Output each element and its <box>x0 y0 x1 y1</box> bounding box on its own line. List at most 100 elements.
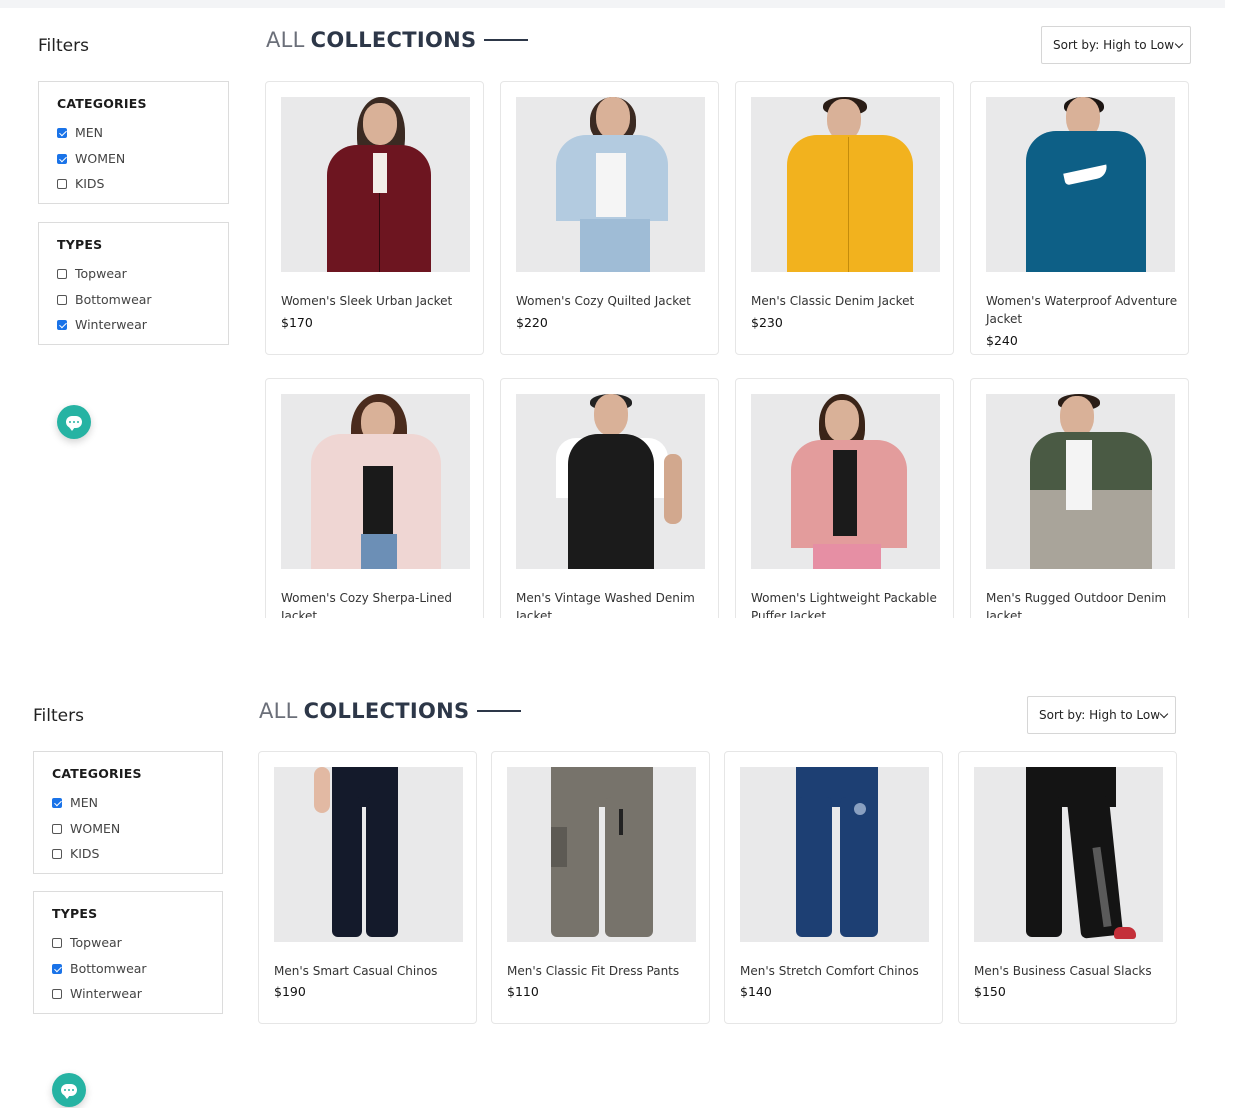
option-label: WOMEN <box>70 821 121 836</box>
navy-chinos-figure <box>274 767 463 942</box>
screenshot-panel-2: Filters CATEGORIES MEN WOMEN KIDS TYPES … <box>0 670 1258 1108</box>
category-option-kids[interactable]: KIDS <box>52 846 99 861</box>
heading-bold: COLLECTIONS <box>303 699 470 723</box>
category-option-women[interactable]: WOMEN <box>57 151 125 166</box>
product-card[interactable]: Women's Lightweight Packable Puffer Jack… <box>735 378 954 618</box>
women-checkbox[interactable] <box>57 153 67 164</box>
filters-title: Filters <box>33 706 84 726</box>
heading-rule <box>484 39 529 41</box>
product-card[interactable]: Women's Cozy Quilted Jacket $220 <box>500 81 719 355</box>
types-filter: TYPES Topwear Bottomwear Winterwear <box>38 222 229 345</box>
product-card[interactable]: Men's Rugged Outdoor Denim Jacket <box>970 378 1189 618</box>
men-checkbox[interactable] <box>52 797 62 808</box>
chat-button[interactable] <box>57 405 91 439</box>
chat-button[interactable] <box>52 1073 86 1107</box>
product-image <box>281 394 470 569</box>
product-price: $220 <box>516 315 548 330</box>
heading-bold: COLLECTIONS <box>310 28 477 52</box>
type-option-winterwear[interactable]: Winterwear <box>52 986 142 1001</box>
type-option-topwear[interactable]: Topwear <box>57 266 127 281</box>
men-checkbox[interactable] <box>57 127 67 138</box>
black-track-pants-figure <box>974 767 1163 942</box>
maroon-jacket-figure <box>281 97 470 272</box>
option-label: KIDS <box>70 846 100 861</box>
type-option-topwear[interactable]: Topwear <box>52 935 122 950</box>
collections-heading: ALL COLLECTIONS <box>259 699 522 723</box>
product-card[interactable]: Men's Stretch Comfort Chinos $140 <box>724 751 943 1024</box>
type-option-winterwear[interactable]: Winterwear <box>57 317 147 332</box>
kids-checkbox[interactable] <box>52 848 62 859</box>
product-card[interactable]: Women's Cozy Sherpa-Lined Jacket <box>265 378 484 618</box>
product-name[interactable]: Women's Cozy Quilted Jacket <box>516 292 708 310</box>
product-name[interactable]: Men's Business Casual Slacks <box>974 962 1166 980</box>
product-card[interactable]: Men's Classic Fit Dress Pants $110 <box>491 751 710 1024</box>
sort-label: Sort by: High to Low <box>1053 38 1175 52</box>
types-title: TYPES <box>52 906 98 921</box>
option-label: Winterwear <box>75 317 147 332</box>
chevron-down-icon <box>1174 39 1184 48</box>
sort-select[interactable]: Sort by: High to Low <box>1041 26 1191 64</box>
product-name[interactable]: Men's Rugged Outdoor Denim Jacket <box>986 589 1178 618</box>
category-option-kids[interactable]: KIDS <box>57 176 104 191</box>
option-label: Bottomwear <box>70 961 147 976</box>
product-price: $110 <box>507 984 539 999</box>
product-image <box>516 97 705 272</box>
product-card[interactable]: Women's Waterproof Adventure Jacket $240 <box>970 81 1189 355</box>
sort-select[interactable]: Sort by: High to Low <box>1027 696 1176 734</box>
product-name[interactable]: Men's Smart Casual Chinos <box>274 962 466 980</box>
product-card[interactable]: Men's Smart Casual Chinos $190 <box>258 751 477 1024</box>
product-name[interactable]: Women's Lightweight Packable Puffer Jack… <box>751 589 943 618</box>
product-image <box>986 97 1175 272</box>
chat-icon <box>66 416 82 431</box>
product-image <box>516 394 705 569</box>
category-option-men[interactable]: MEN <box>52 795 98 810</box>
product-card[interactable]: Men's Vintage Washed Denim Jacket <box>500 378 719 618</box>
type-option-bottomwear[interactable]: Bottomwear <box>52 961 147 976</box>
product-name[interactable]: Men's Vintage Washed Denim Jacket <box>516 589 708 618</box>
blue-joggers-figure <box>740 767 929 942</box>
categories-filter: CATEGORIES MEN WOMEN KIDS <box>33 751 223 874</box>
sort-label: Sort by: High to Low <box>1039 708 1161 722</box>
product-name[interactable]: Men's Classic Fit Dress Pants <box>507 962 699 980</box>
topwear-checkbox[interactable] <box>57 268 67 279</box>
option-label: Topwear <box>75 266 127 281</box>
product-card[interactable]: Men's Classic Denim Jacket $230 <box>735 81 954 355</box>
product-image <box>740 767 929 942</box>
teal-track-jacket-figure <box>986 97 1175 272</box>
product-card[interactable]: Women's Sleek Urban Jacket $170 <box>265 81 484 355</box>
filters-title: Filters <box>38 36 89 56</box>
category-option-women[interactable]: WOMEN <box>52 821 120 836</box>
chevron-down-icon <box>1159 709 1169 718</box>
product-name[interactable]: Men's Classic Denim Jacket <box>751 292 943 310</box>
categories-title: CATEGORIES <box>52 766 142 781</box>
option-label: Winterwear <box>70 986 142 1001</box>
product-name[interactable]: Women's Waterproof Adventure Jacket <box>986 292 1178 328</box>
product-image <box>974 767 1163 942</box>
bottomwear-checkbox[interactable] <box>52 963 62 974</box>
topwear-checkbox[interactable] <box>52 937 62 948</box>
product-name[interactable]: Men's Stretch Comfort Chinos <box>740 962 932 980</box>
option-label: MEN <box>70 795 99 810</box>
option-label: WOMEN <box>75 151 126 166</box>
winterwear-checkbox[interactable] <box>57 319 67 330</box>
screenshot-panel-1: Filters CATEGORIES MEN WOMEN KIDS TYPES … <box>0 0 1258 618</box>
grey-cargo-figure <box>507 767 696 942</box>
product-price: $150 <box>974 984 1006 999</box>
black-vest-figure <box>516 394 705 569</box>
product-card[interactable]: Men's Business Casual Slacks $150 <box>958 751 1177 1024</box>
bottomwear-checkbox[interactable] <box>57 294 67 305</box>
product-image <box>986 394 1175 569</box>
kids-checkbox[interactable] <box>57 178 67 189</box>
winterwear-checkbox[interactable] <box>52 988 62 999</box>
types-title: TYPES <box>57 237 103 252</box>
product-image <box>751 394 940 569</box>
pink-puffer-figure <box>281 394 470 569</box>
product-name[interactable]: Women's Cozy Sherpa-Lined Jacket <box>281 589 473 618</box>
product-name[interactable]: Women's Sleek Urban Jacket <box>281 292 473 310</box>
category-option-men[interactable]: MEN <box>57 125 103 140</box>
chat-icon <box>61 1084 77 1099</box>
women-checkbox[interactable] <box>52 823 62 834</box>
type-option-bottomwear[interactable]: Bottomwear <box>57 292 152 307</box>
product-image <box>751 97 940 272</box>
product-price: $190 <box>274 984 306 999</box>
